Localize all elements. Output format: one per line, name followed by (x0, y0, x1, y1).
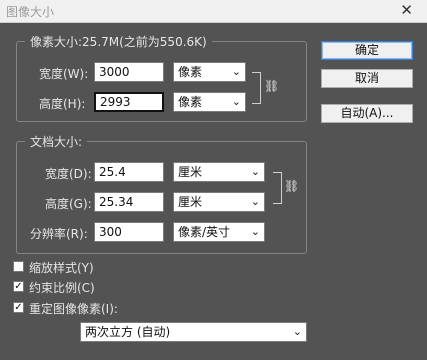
resolution-label: 分辨率(R): (30, 227, 88, 241)
ok-button[interactable]: 确定 (321, 41, 413, 60)
doc-width-unit-value: 厘米 (178, 165, 203, 179)
link-icon: ⛓ (264, 79, 280, 93)
pixel-height-unit-select[interactable]: 像素 ⌄ (173, 92, 246, 112)
pixel-dimensions-legend: 像素大小:25.7M(之前为550.6K) (25, 33, 212, 50)
chevron-down-icon: ⌄ (250, 165, 260, 178)
resample-method-value: 两次立方 (自动) (85, 325, 171, 339)
pixel-width-unit-select[interactable]: 像素 ⌄ (173, 62, 246, 82)
close-icon[interactable]: ✕ (400, 1, 413, 19)
scale-styles-label: 缩放样式(Y) (29, 261, 94, 275)
scale-styles-option[interactable]: 缩放样式(Y) (13, 259, 133, 275)
chevron-down-icon: ⌄ (231, 65, 241, 78)
doc-height-unit-value: 厘米 (178, 195, 203, 209)
constrain-proportions-label: 约束比例(C) (29, 281, 95, 295)
constrain-proportions-option[interactable]: ✓ 约束比例(C) (13, 279, 133, 295)
resolution-input[interactable]: 300 (94, 222, 164, 242)
pixel-width-input[interactable]: 3000 (94, 62, 164, 82)
chevron-down-icon: ⌄ (292, 325, 302, 338)
document-link-bracket (273, 172, 282, 204)
resolution-unit-select[interactable]: 像素/英寸 ⌄ (173, 222, 265, 242)
pixel-height-label: 高度(H): (39, 97, 86, 111)
title-bar: 图像大小 ✕ (0, 0, 427, 23)
resample-option[interactable]: ✓ 重定图像像素(I): (13, 300, 173, 316)
pixel-height-unit-value: 像素 (178, 95, 203, 109)
auto-button[interactable]: 自动(A)... (321, 104, 413, 123)
doc-width-label: 宽度(D): (45, 167, 92, 181)
pixel-height-input[interactable]: 2993 (94, 92, 164, 112)
resample-checkbox[interactable]: ✓ (13, 302, 24, 313)
doc-height-input[interactable]: 25.34 (94, 192, 164, 212)
constrain-proportions-checkbox[interactable]: ✓ (13, 281, 24, 292)
resample-method-select[interactable]: 两次立方 (自动) ⌄ (80, 322, 307, 342)
resolution-unit-value: 像素/英寸 (178, 225, 231, 239)
doc-width-input[interactable]: 25.4 (94, 162, 164, 182)
pixel-link-bracket (252, 72, 261, 104)
chevron-down-icon: ⌄ (231, 95, 241, 108)
link-icon: ⛓ (284, 179, 300, 193)
chevron-down-icon: ⌄ (250, 195, 260, 208)
pixel-width-label: 宽度(W): (39, 67, 89, 81)
cancel-button[interactable]: 取消 (321, 69, 413, 88)
doc-width-unit-select[interactable]: 厘米 ⌄ (173, 162, 265, 182)
pixel-width-unit-value: 像素 (178, 65, 203, 79)
doc-height-unit-select[interactable]: 厘米 ⌄ (173, 192, 265, 212)
doc-height-label: 高度(G): (45, 197, 92, 211)
window-title: 图像大小 (6, 5, 55, 19)
resample-label: 重定图像像素(I): (29, 302, 118, 316)
scale-styles-checkbox[interactable] (13, 261, 24, 272)
chevron-down-icon: ⌄ (250, 225, 260, 238)
document-size-legend: 文档大小: (25, 133, 88, 150)
